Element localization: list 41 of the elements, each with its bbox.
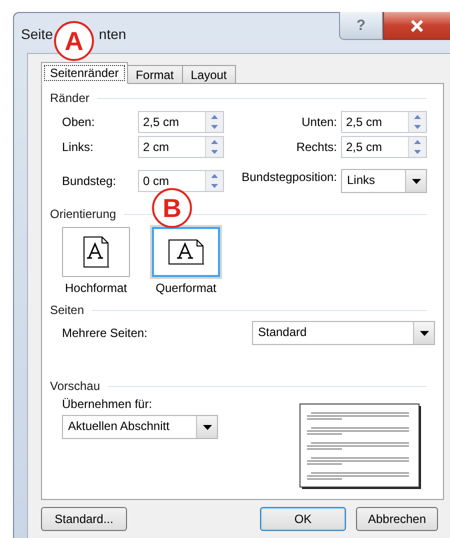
dropdown-arrow-icon <box>412 178 420 184</box>
spin-field[interactable]: 2,5 cm <box>341 136 427 158</box>
landscape-page-icon <box>168 239 204 265</box>
standard-button[interactable]: Standard... <box>41 507 127 531</box>
cancel-button[interactable]: Abbrechen <box>356 507 438 531</box>
field-label: Rechts: <box>296 140 337 154</box>
window-title: Seite <box>21 26 53 42</box>
option-label: Querformat <box>156 281 216 295</box>
tab[interactable]: Format <box>126 65 183 84</box>
field-label: Links: <box>62 140 94 154</box>
tab[interactable]: Layout <box>182 65 236 84</box>
dropdown-arrow-icon <box>202 424 212 430</box>
spin-field[interactable]: 2 cm <box>138 136 224 158</box>
dropdown[interactable]: Standard <box>252 321 435 345</box>
close-button[interactable] <box>383 12 450 40</box>
tab[interactable]: Seitenränder <box>41 62 128 84</box>
dropdown[interactable]: Aktuellen Abschnitt <box>62 415 218 439</box>
orientation-option[interactable] <box>152 227 220 277</box>
portrait-page-icon <box>83 236 109 268</box>
section-heading: Orientierung <box>50 207 116 221</box>
field-label: Bundsteg: <box>62 174 118 188</box>
dropdown[interactable]: Links <box>341 169 427 193</box>
field-label: Mehrere Seiten: <box>62 326 148 340</box>
dropdown-arrow-icon <box>420 330 428 336</box>
spin-field[interactable]: 2,5 cm <box>341 111 427 133</box>
annotation-marker: A <box>54 21 94 61</box>
window-title: nten <box>98 26 126 42</box>
field-label: Oben: <box>62 115 96 129</box>
field-label: Bundstegposition: <box>242 170 337 184</box>
help-button[interactable]: ? <box>339 12 383 40</box>
ok-button[interactable]: OK <box>260 507 346 531</box>
field-label: Unten: <box>302 115 337 129</box>
close-icon <box>410 20 424 32</box>
spin-field[interactable]: 0 cm <box>138 170 224 192</box>
section-heading: Vorschau <box>50 379 100 393</box>
section-heading: Seiten <box>50 303 84 317</box>
spin-field[interactable]: 2,5 cm <box>138 111 224 133</box>
orientation-option[interactable] <box>62 227 130 277</box>
section-heading: Ränder <box>50 91 90 105</box>
option-label: Hochformat <box>64 281 128 295</box>
field-label: Übernehmen für: <box>62 397 154 411</box>
